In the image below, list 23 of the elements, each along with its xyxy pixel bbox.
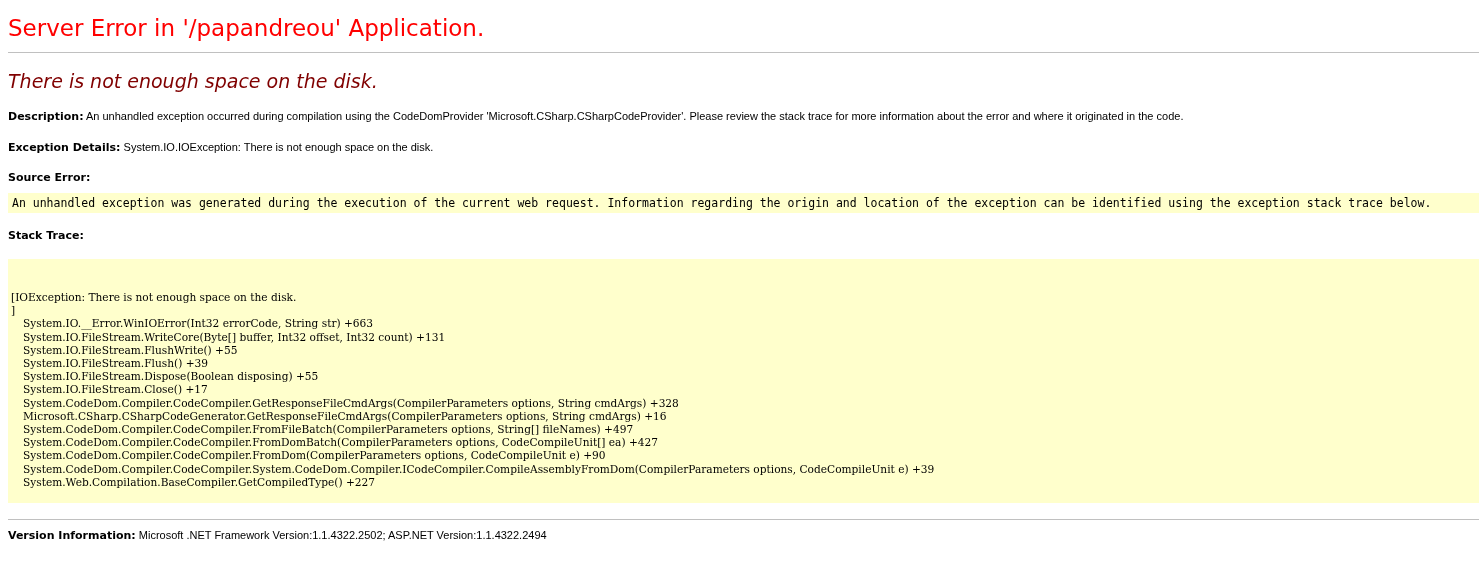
stack-frame: System.CodeDom.Compiler.CodeCompiler.GetResponseFileCmdArgs(CompilerParameters options, String cmdArgs) +328	[11, 396, 1476, 410]
stack-trace-line: ]	[11, 304, 17, 318]
source-error-text: An unhandled exception was generated during the execution of the current web request. Information regarding the origin and location of the exception can be identified using the exception stack trace below.	[8, 193, 1479, 213]
stack-frame: System.Web.Compilation.BaseCompiler.GetCompiledType() +227	[11, 475, 1476, 490]
stack-frame: System.CodeDom.Compiler.CodeCompiler.FromDom(CompilerParameters options, CodeCompileUnit e) +90	[11, 449, 1476, 463]
stack-frame: System.IO.FileStream.Dispose(Boolean disposing) +55	[11, 370, 1476, 384]
stack-frame: System.IO.FileStream.FlushWrite() +55	[11, 343, 1476, 357]
stack-frame: System.IO.__Error.WinIOError(Int32 errorCode, String str) +663	[11, 317, 1476, 331]
stack-frame: Microsoft.CSharp.CSharpCodeGenerator.GetResponseFileCmdArgs(CompilerParameters options, String cmdArgs) +16	[11, 409, 1476, 424]
error-heading: There is not enough space on the disk.	[8, 69, 379, 93]
section-label: Source Error:	[8, 171, 92, 185]
stack-frame: System.CodeDom.Compiler.CodeCompiler.System.CodeDom.Compiler.ICodeCompiler.CompileAssemblyFromDom(CompilerParameters options, CodeCompileUnit e) +39	[11, 462, 1476, 476]
stack-trace-line: [IOException: There is not enough space on the disk.	[11, 291, 298, 305]
stack-frame: System.IO.FileStream.Close() +17	[11, 383, 1476, 397]
stack-frame: System.IO.FileStream.WriteCore(Byte[] buffer, Int32 offset, Int32 count) +131	[11, 330, 1476, 344]
stack-frame: System.CodeDom.Compiler.CodeCompiler.FromFileBatch(CompilerParameters options, String[] fileNames) +497	[11, 423, 1476, 437]
error-description: Description: An unhandled exception occurred during compilation using the CodeDomProvider 'Microsoft.CSharp.CSharpCodeProvider'. Please review the stack trace for more information about the error and where it originated in the code.	[8, 109, 1185, 124]
exception-details: Exception Details: System.IO.IOException: There is not enough space on the disk.	[8, 140, 435, 155]
stack-frame: System.IO.FileStream.Flush() +39	[11, 357, 1476, 371]
version-information: Version Information: Microsoft .NET Framework Version:1.1.4322.2502; ASP.NET Version:1.1.4322.2494	[8, 528, 548, 544]
stack-frame: System.CodeDom.Compiler.CodeCompiler.FromDomBatch(CompilerParameters options, CodeCompileUnit[] ea) +427	[11, 436, 1476, 450]
page-title: Server Error in '/papandreou' Application.	[8, 14, 486, 42]
section-label: Stack Trace:	[8, 229, 85, 243]
